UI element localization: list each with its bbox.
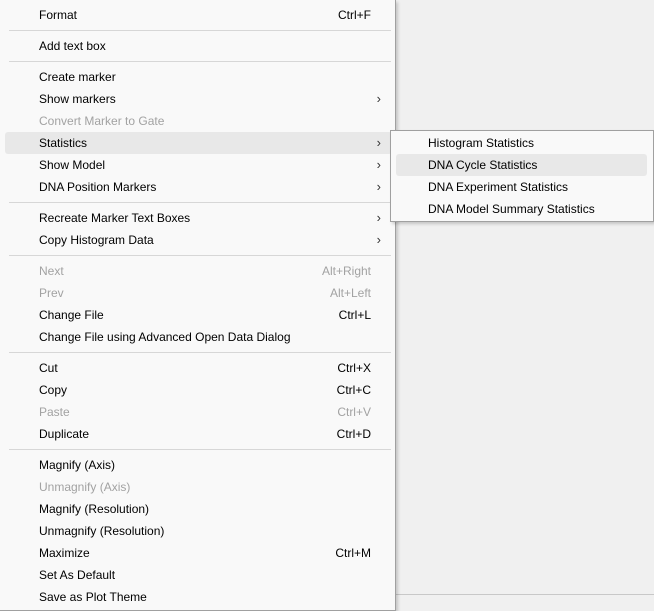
- menu-item-label: Recreate Marker Text Boxes: [39, 211, 191, 225]
- menu-item-next: Next Alt+Right: [5, 260, 392, 282]
- menu-item-create-marker[interactable]: Create marker: [5, 66, 392, 88]
- menu-separator: [9, 30, 391, 31]
- menu-item-duplicate[interactable]: Duplicate Ctrl+D: [5, 423, 392, 445]
- menu-item-dna-cycle-statistics[interactable]: DNA Cycle Statistics: [396, 154, 647, 176]
- menu-item-statistics[interactable]: Statistics ›: [5, 132, 392, 154]
- menu-item-label: Create marker: [39, 70, 116, 84]
- menu-item-label: Change File: [39, 308, 104, 322]
- menu-item-label: Copy: [39, 383, 68, 397]
- menu-item-label: Magnify (Resolution): [39, 502, 150, 516]
- menu-item-copy[interactable]: Copy Ctrl+C: [5, 379, 392, 401]
- menu-item-label: Statistics: [39, 136, 88, 150]
- menu-item-label: Maximize: [39, 546, 90, 560]
- menu-item-add-text-box[interactable]: Add text box: [5, 35, 392, 57]
- menu-item-unmagnify-resolution[interactable]: Unmagnify (Resolution): [5, 520, 392, 542]
- menu-item-recreate-marker-text-boxes[interactable]: Recreate Marker Text Boxes ›: [5, 207, 392, 229]
- menu-item-label: Duplicate: [39, 427, 90, 441]
- menu-item-format[interactable]: Format Ctrl+F: [5, 4, 392, 26]
- menu-item-change-file-using-advanced-open-data-dialog[interactable]: Change File using Advanced Open Data Dia…: [5, 326, 392, 348]
- menu-item-label: Show Model: [39, 158, 106, 172]
- menu-item-show-model[interactable]: Show Model ›: [5, 154, 392, 176]
- menu-item-dna-position-markers[interactable]: DNA Position Markers ›: [5, 176, 392, 198]
- statistics-submenu: Histogram Statistics DNA Cycle Statistics…: [390, 130, 654, 222]
- background-divider: [395, 594, 654, 595]
- chevron-right-icon: ›: [376, 135, 381, 150]
- menu-item-label: Format: [39, 8, 78, 22]
- menu-item-magnify-resolution[interactable]: Magnify (Resolution): [5, 498, 392, 520]
- menu-item-label: Paste: [39, 405, 70, 419]
- menu-item-shortcut: Ctrl+F: [338, 8, 371, 22]
- menu-item-shortcut: Ctrl+L: [338, 308, 371, 322]
- menu-item-label: Unmagnify (Axis): [39, 480, 131, 494]
- menu-item-label: Set As Default: [39, 568, 116, 582]
- menu-separator: [9, 352, 391, 353]
- chevron-right-icon: ›: [376, 210, 381, 225]
- menu-item-paste: Paste Ctrl+V: [5, 401, 392, 423]
- menu-item-save-as-plot-theme[interactable]: Save as Plot Theme: [5, 586, 392, 608]
- menu-item-show-markers[interactable]: Show markers ›: [5, 88, 392, 110]
- menu-item-convert-marker-to-gate: Convert Marker to Gate: [5, 110, 392, 132]
- context-menu: Format Ctrl+F Add text box Create marker Sho…: [0, 0, 396, 611]
- menu-item-label: Magnify (Axis): [39, 458, 116, 472]
- chevron-right-icon: ›: [376, 91, 381, 106]
- menu-item-set-as-default[interactable]: Set As Default: [5, 564, 392, 586]
- menu-item-shortcut: Ctrl+D: [336, 427, 371, 441]
- chevron-right-icon: ›: [376, 232, 381, 247]
- menu-item-histogram-statistics[interactable]: Histogram Statistics: [396, 132, 647, 154]
- menu-item-copy-histogram-data[interactable]: Copy Histogram Data ›: [5, 229, 392, 251]
- menu-item-shortcut: Ctrl+X: [337, 361, 371, 375]
- menu-item-dna-model-summary-statistics[interactable]: DNA Model Summary Statistics: [396, 198, 647, 220]
- menu-item-shortcut: Ctrl+M: [335, 546, 371, 560]
- menu-separator: [9, 202, 391, 203]
- menu-item-label: DNA Experiment Statistics: [428, 180, 569, 194]
- menu-item-label: Change File using Advanced Open Data Dia…: [39, 330, 291, 344]
- menu-item-label: Add text box: [39, 39, 106, 53]
- menu-item-label: Next: [39, 264, 64, 278]
- menu-item-shortcut: Alt+Right: [321, 264, 371, 278]
- menu-item-label: DNA Cycle Statistics: [428, 158, 538, 172]
- menu-item-label: DNA Position Markers: [39, 180, 157, 194]
- menu-item-label: Prev: [39, 286, 64, 300]
- menu-item-label: Copy Histogram Data: [39, 233, 154, 247]
- menu-item-magnify-axis[interactable]: Magnify (Axis): [5, 454, 392, 476]
- menu-item-label: Histogram Statistics: [428, 136, 535, 150]
- menu-item-label: Cut: [39, 361, 58, 375]
- menu-separator: [9, 449, 391, 450]
- menu-item-unmagnify-axis: Unmagnify (Axis): [5, 476, 392, 498]
- menu-item-dna-experiment-statistics[interactable]: DNA Experiment Statistics: [396, 176, 647, 198]
- menu-item-label: DNA Model Summary Statistics: [428, 202, 595, 216]
- menu-item-shortcut: Alt+Left: [329, 286, 371, 300]
- menu-item-cut[interactable]: Cut Ctrl+X: [5, 357, 392, 379]
- menu-item-shortcut: Ctrl+C: [336, 383, 371, 397]
- menu-item-maximize[interactable]: Maximize Ctrl+M: [5, 542, 392, 564]
- chevron-right-icon: ›: [376, 157, 381, 172]
- menu-item-change-file[interactable]: Change File Ctrl+L: [5, 304, 392, 326]
- menu-item-prev: Prev Alt+Left: [5, 282, 392, 304]
- chevron-right-icon: ›: [376, 179, 381, 194]
- menu-item-label: Unmagnify (Resolution): [39, 524, 165, 538]
- menu-separator: [9, 255, 391, 256]
- menu-item-label: Save as Plot Theme: [39, 590, 147, 604]
- menu-item-label: Convert Marker to Gate: [39, 114, 165, 128]
- menu-separator: [9, 61, 391, 62]
- menu-item-shortcut: Ctrl+V: [337, 405, 371, 419]
- menu-item-label: Show markers: [39, 92, 116, 106]
